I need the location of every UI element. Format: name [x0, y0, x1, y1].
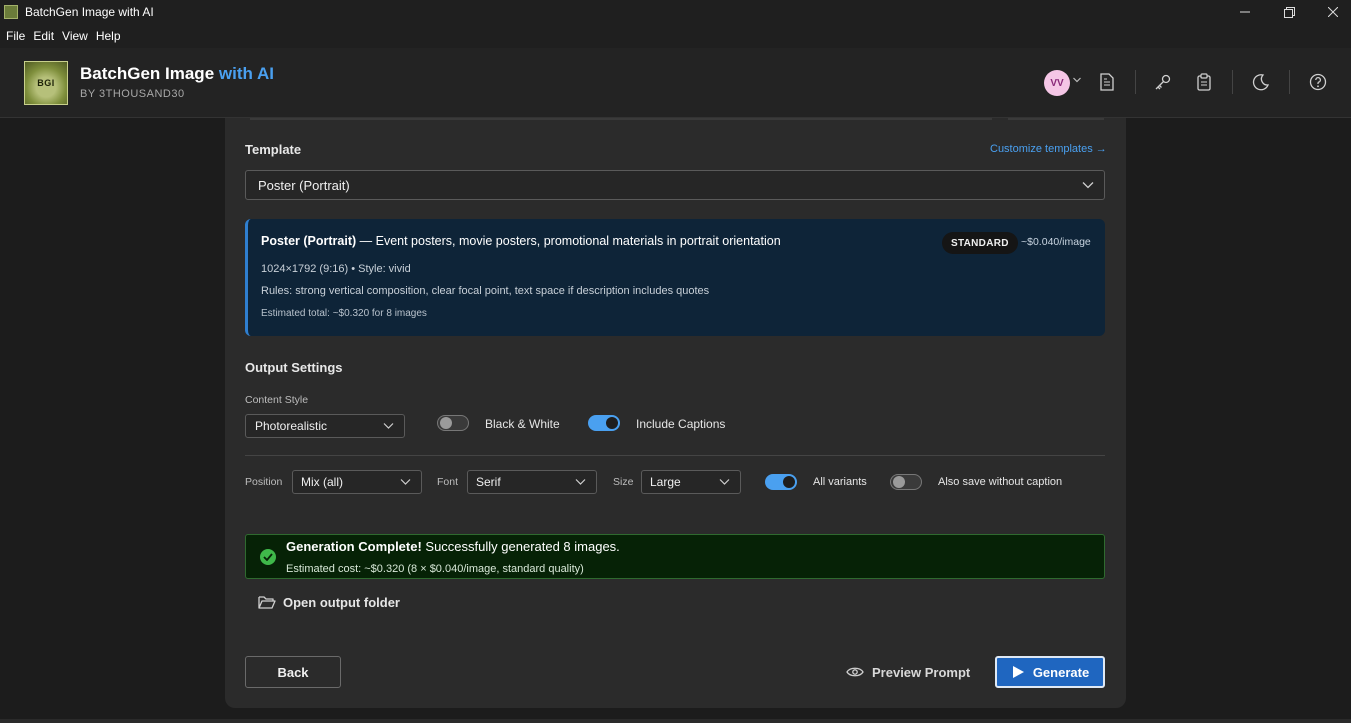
- include-captions-label: Include Captions: [636, 417, 726, 431]
- window-bottom-edge: [0, 719, 1351, 723]
- all-variants-toggle[interactable]: [765, 474, 797, 490]
- header-divider: [1232, 70, 1233, 94]
- all-variants-label: All variants: [813, 476, 867, 488]
- folder-open-icon: [258, 596, 276, 609]
- black-white-label: Black & White: [485, 417, 560, 431]
- menu-view[interactable]: View: [58, 29, 92, 43]
- moon-icon[interactable]: [1251, 72, 1271, 92]
- generate-button[interactable]: Generate: [995, 656, 1105, 688]
- eye-icon: [846, 667, 864, 677]
- open-output-folder-button[interactable]: Open output folder: [258, 595, 400, 610]
- save-without-caption-toggle[interactable]: [890, 474, 922, 490]
- menu-file[interactable]: File: [2, 29, 29, 43]
- save-without-caption-label: Also save without caption: [938, 476, 1063, 488]
- menu-bar: File Edit View Help: [0, 24, 1351, 48]
- menu-edit[interactable]: Edit: [29, 29, 58, 43]
- template-info-card: Poster (Portrait) — Event posters, movie…: [245, 219, 1105, 336]
- brand-subtitle: BY 3THOUSAND30: [80, 88, 185, 100]
- back-button[interactable]: Back: [245, 656, 341, 688]
- play-icon: [1012, 666, 1024, 678]
- preview-prompt-button[interactable]: Preview Prompt: [846, 660, 970, 684]
- size-label: Size: [613, 476, 634, 488]
- quality-badge: STANDARD: [942, 232, 1018, 254]
- help-icon[interactable]: [1308, 72, 1328, 92]
- header-divider: [1135, 70, 1136, 94]
- maximize-button[interactable]: [1266, 0, 1312, 24]
- scrolled-field-edge: [1008, 118, 1104, 120]
- position-label: Position: [245, 476, 283, 488]
- restore-icon: [1283, 6, 1295, 18]
- minimize-icon: [1240, 11, 1250, 13]
- generation-status-banner: Generation Complete! Successfully genera…: [245, 534, 1105, 579]
- template-spec: 1024×1792 (9:16) • Style: vivid: [261, 263, 411, 275]
- price-per-image: ~$0.040/image: [1021, 236, 1091, 248]
- chevron-down-icon: [575, 479, 586, 485]
- window-title: BatchGen Image with AI: [25, 5, 154, 19]
- chevron-down-icon: [719, 479, 730, 485]
- font-label: Font: [437, 476, 459, 488]
- customize-templates-link[interactable]: Customize templates →: [990, 143, 1107, 155]
- chevron-down-icon: [1082, 182, 1094, 189]
- template-rules: Rules: strong vertical composition, clea…: [261, 285, 710, 297]
- close-icon: [1328, 7, 1338, 17]
- template-info-title: Poster (Portrait) — Event posters, movie…: [261, 234, 781, 248]
- size-select[interactable]: Large: [641, 470, 741, 494]
- header-divider: [1289, 70, 1290, 94]
- close-button[interactable]: [1310, 0, 1351, 24]
- app-icon: [4, 5, 18, 19]
- template-select[interactable]: Poster (Portrait): [245, 170, 1105, 200]
- chevron-down-icon[interactable]: [1073, 75, 1081, 85]
- app-logo: BGI: [24, 61, 68, 105]
- template-label: Template: [245, 142, 302, 157]
- black-white-toggle[interactable]: [437, 415, 469, 431]
- position-select[interactable]: Mix (all): [292, 470, 422, 494]
- status-title: Generation Complete! Successfully genera…: [286, 539, 620, 554]
- chevron-down-icon: [400, 479, 411, 485]
- content-style-label: Content Style: [245, 394, 309, 406]
- minimize-button[interactable]: [1222, 0, 1268, 24]
- section-divider: [245, 455, 1105, 456]
- scrolled-field-edge: [250, 118, 992, 120]
- clipboard-icon[interactable]: [1194, 72, 1214, 92]
- chevron-down-icon: [383, 423, 394, 429]
- output-settings-heading: Output Settings: [245, 360, 343, 375]
- check-circle-icon: [260, 549, 276, 565]
- main-panel: [225, 118, 1126, 708]
- content-style-select[interactable]: Photorealistic: [245, 414, 405, 438]
- include-captions-toggle[interactable]: [588, 415, 620, 431]
- font-select[interactable]: Serif: [467, 470, 597, 494]
- brand-title: BatchGen Image with AI: [80, 64, 274, 83]
- app-header: BGI BatchGen Image with AI BY 3THOUSAND3…: [0, 48, 1351, 118]
- document-icon[interactable]: [1097, 72, 1117, 92]
- template-select-value: Poster (Portrait): [258, 177, 350, 193]
- status-cost: Estimated cost: ~$0.320 (8 × $0.040/imag…: [286, 563, 584, 575]
- template-estimate: Estimated total: ~$0.320 for 8 images: [261, 308, 427, 319]
- user-avatar[interactable]: VV: [1044, 70, 1070, 96]
- key-icon[interactable]: [1153, 72, 1173, 92]
- title-bar: BatchGen Image with AI: [0, 0, 1351, 24]
- menu-help[interactable]: Help: [92, 29, 125, 43]
